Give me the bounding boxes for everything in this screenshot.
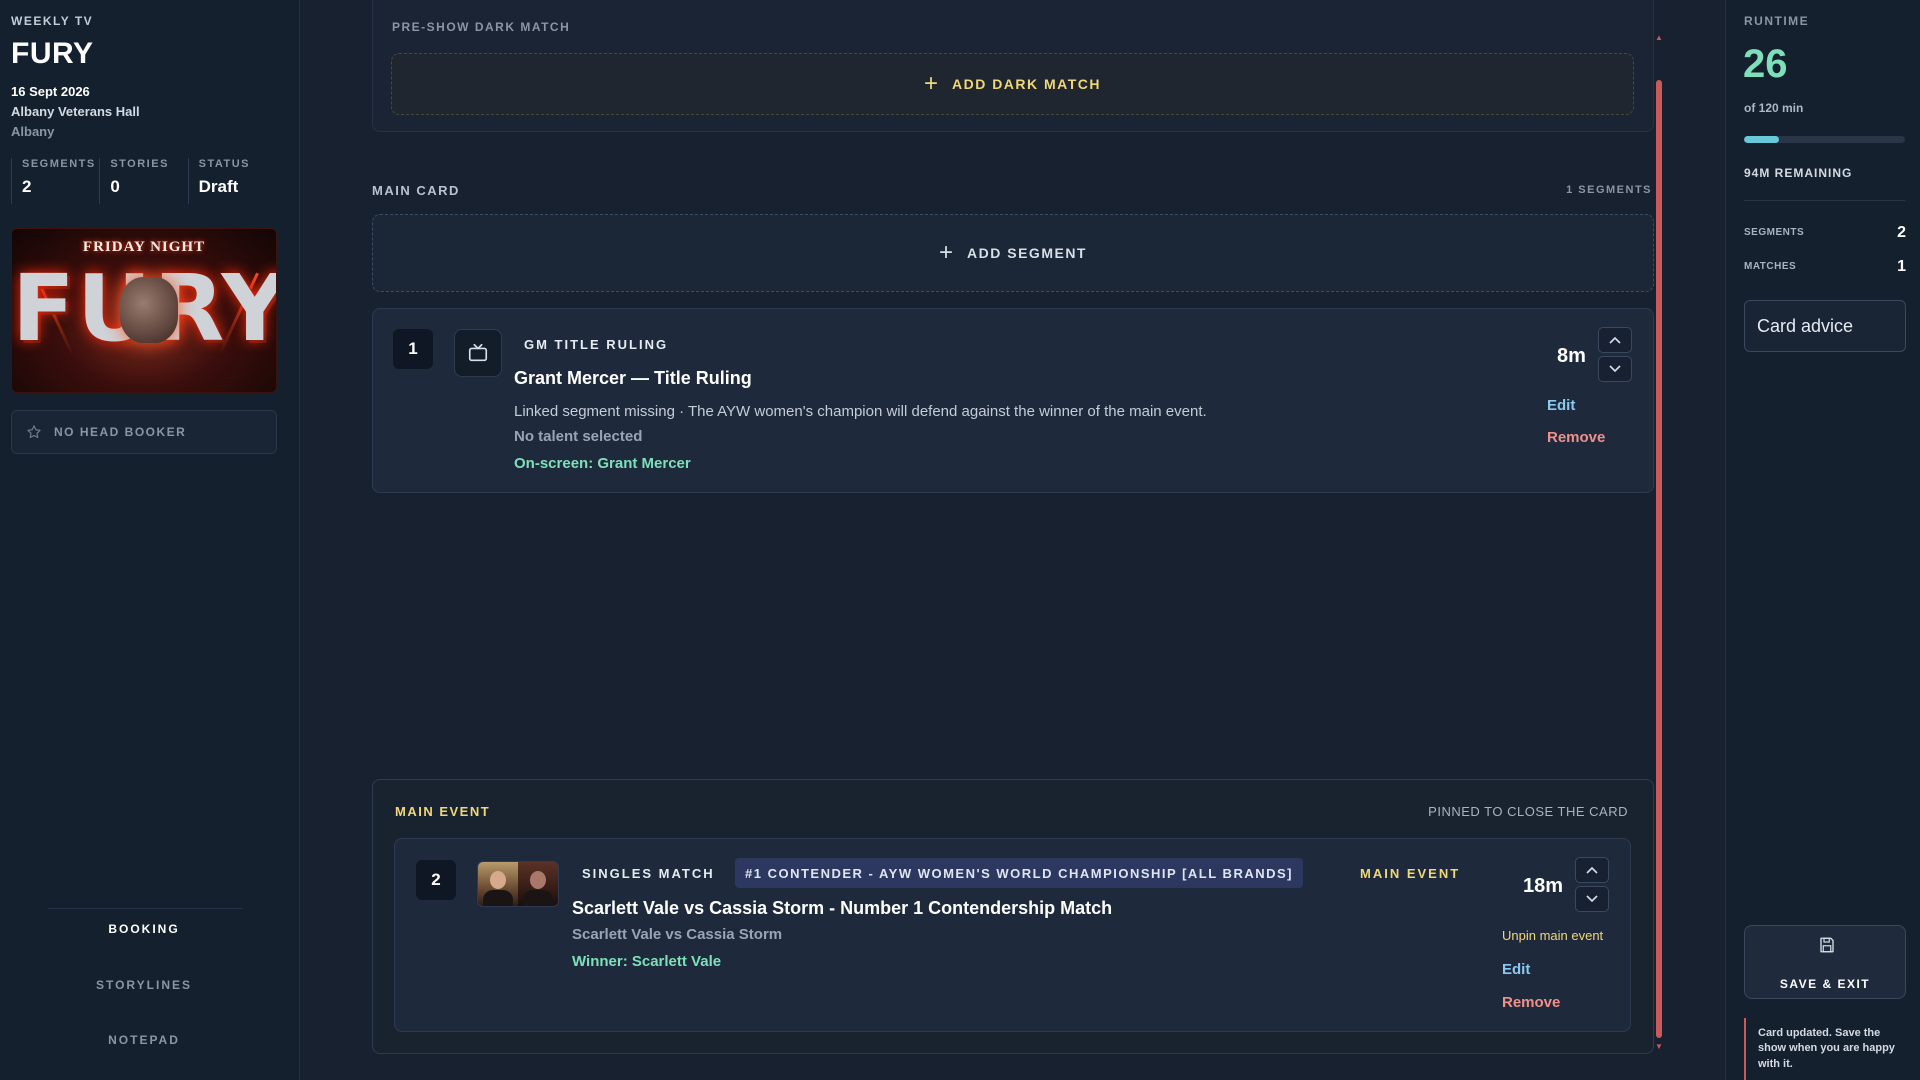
segment-title: Grant Mercer — Title Ruling bbox=[514, 368, 752, 388]
stat-label: SEGMENTS bbox=[22, 158, 96, 170]
stat-value: 2 bbox=[22, 177, 32, 196]
stat-stories: STORIES 0 bbox=[99, 158, 187, 204]
chevron-up-icon bbox=[1609, 336, 1621, 344]
show-date: 16 Sept 2026 bbox=[11, 84, 90, 99]
move-down-button[interactable] bbox=[1575, 886, 1609, 912]
main-event-pinned-note: PINNED TO CLOSE THE CARD bbox=[1428, 804, 1628, 819]
main-card-label: MAIN CARD bbox=[372, 183, 460, 198]
main-event-label: MAIN EVENT bbox=[395, 804, 491, 819]
show-venue: Albany Veterans Hall bbox=[11, 104, 140, 119]
chevron-down-icon bbox=[1609, 365, 1621, 373]
runtime-sidebar bbox=[1725, 0, 1920, 1080]
wrestler-photo-cassia bbox=[518, 862, 558, 906]
match-remove-link[interactable]: Remove bbox=[1502, 994, 1560, 1011]
show-title: FURY bbox=[11, 37, 94, 70]
nav-divider bbox=[48, 908, 243, 909]
stat-label: STORIES bbox=[110, 158, 169, 170]
segment-remove-link[interactable]: Remove bbox=[1547, 429, 1605, 446]
match-type: SINGLES MATCH bbox=[582, 866, 715, 881]
stat-segments: SEGMENTS 2 bbox=[11, 158, 99, 204]
match-edit-link[interactable]: Edit bbox=[1502, 961, 1530, 978]
chevron-up-icon bbox=[1586, 866, 1598, 874]
runtime-total: of 120 min bbox=[1744, 101, 1804, 115]
add-dark-match-label: ADD DARK MATCH bbox=[951, 76, 1102, 92]
save-icon bbox=[1820, 937, 1834, 953]
stat-label: STATUS bbox=[198, 158, 251, 170]
segment-number: 2 bbox=[416, 860, 456, 900]
main-card-count: 1 SEGMENTS bbox=[1566, 184, 1652, 196]
poster-subtitle: FRIDAY NIGHT bbox=[82, 239, 206, 255]
dark-match-heading: PRE-SHOW DARK MATCH bbox=[392, 20, 571, 34]
scroll-up-arrow[interactable]: ▲ bbox=[1655, 33, 1663, 42]
show-city: Albany bbox=[11, 124, 55, 139]
scroll-down-arrow[interactable]: ▼ bbox=[1655, 1042, 1663, 1051]
segment-talent: No talent selected bbox=[514, 428, 643, 445]
runtime-label: RUNTIME bbox=[1744, 14, 1810, 28]
segment-description: Linked segment missing · The AYW women's… bbox=[514, 403, 1207, 420]
chevron-down-icon bbox=[1586, 895, 1598, 903]
add-segment-button[interactable]: + ADD SEGMENT bbox=[372, 214, 1654, 292]
runtime-segments-value: 2 bbox=[1897, 224, 1906, 241]
show-kicker: WEEKLY TV bbox=[11, 14, 94, 28]
star-icon bbox=[27, 425, 41, 439]
segment-onscreen: On-screen: Grant Mercer bbox=[514, 455, 691, 472]
card-advice-button[interactable]: Card advice bbox=[1744, 300, 1906, 352]
runtime-matches-label: MATCHES bbox=[1744, 261, 1797, 272]
match-title: Scarlett Vale vs Cassia Storm - Number 1… bbox=[572, 898, 1113, 918]
runtime-remaining: 94M REMAINING bbox=[1744, 166, 1853, 180]
tv-icon bbox=[454, 329, 502, 377]
stat-value: 0 bbox=[110, 177, 120, 196]
save-exit-label: SAVE & EXIT bbox=[1779, 977, 1871, 991]
segment-duration: 8m bbox=[1557, 345, 1586, 367]
add-dark-match-button[interactable]: + ADD DARK MATCH bbox=[391, 53, 1634, 115]
runtime-used: 26 bbox=[1743, 42, 1788, 86]
nav-storylines[interactable]: STORYLINES bbox=[0, 978, 288, 992]
add-segment-label: ADD SEGMENT bbox=[967, 245, 1087, 261]
show-stats: SEGMENTS 2 STORIES 0 STATUS Draft bbox=[11, 158, 276, 204]
wrestler-photos bbox=[477, 861, 559, 907]
runtime-progress-bar bbox=[1744, 136, 1905, 143]
championship-tag: #1 CONTENDER - AYW WOMEN'S WORLD CHAMPIO… bbox=[735, 858, 1303, 888]
plus-icon: + bbox=[923, 70, 938, 97]
match-duration: 18m bbox=[1523, 875, 1564, 897]
stat-value: Draft bbox=[198, 177, 239, 196]
match-winner: Winner: Scarlett Vale bbox=[572, 953, 722, 970]
runtime-divider bbox=[1744, 200, 1905, 201]
unpin-main-event-link[interactable]: Unpin main event bbox=[1502, 928, 1603, 943]
nav-booking[interactable]: BOOKING bbox=[0, 922, 288, 936]
move-up-button[interactable] bbox=[1598, 327, 1632, 353]
runtime-progress-fill bbox=[1744, 136, 1779, 143]
head-booker-selector[interactable]: NO HEAD BOOKER bbox=[11, 410, 277, 454]
show-poster: FURY FRIDAY NIGHT bbox=[11, 228, 277, 393]
segment-type: GM TITLE RULING bbox=[524, 337, 669, 352]
move-up-button[interactable] bbox=[1575, 857, 1609, 883]
poster-fist-graphic bbox=[120, 277, 178, 343]
segment-number: 1 bbox=[393, 329, 433, 369]
wrestler-photo-scarlett bbox=[478, 862, 518, 906]
show-sidebar: WEEKLY TV FURY 16 Sept 2026 Albany Veter… bbox=[0, 0, 300, 1080]
main-event-tag: MAIN EVENT bbox=[1360, 866, 1461, 881]
status-toast: Card updated. Save the show when you are… bbox=[1744, 1018, 1906, 1080]
plus-icon: + bbox=[939, 239, 954, 266]
scrollbar-thumb[interactable] bbox=[1656, 80, 1662, 1038]
head-booker-label: NO HEAD BOOKER bbox=[54, 425, 187, 439]
nav-notepad[interactable]: NOTEPAD bbox=[0, 1033, 288, 1047]
move-down-button[interactable] bbox=[1598, 356, 1632, 382]
match-participants: Scarlett Vale vs Cassia Storm bbox=[572, 926, 783, 943]
save-exit-button[interactable]: SAVE & EXIT bbox=[1744, 925, 1906, 999]
runtime-segments-label: SEGMENTS bbox=[1744, 227, 1805, 238]
stat-status: STATUS Draft bbox=[187, 158, 276, 204]
runtime-matches-value: 1 bbox=[1897, 258, 1906, 275]
segment-edit-link[interactable]: Edit bbox=[1547, 397, 1575, 414]
